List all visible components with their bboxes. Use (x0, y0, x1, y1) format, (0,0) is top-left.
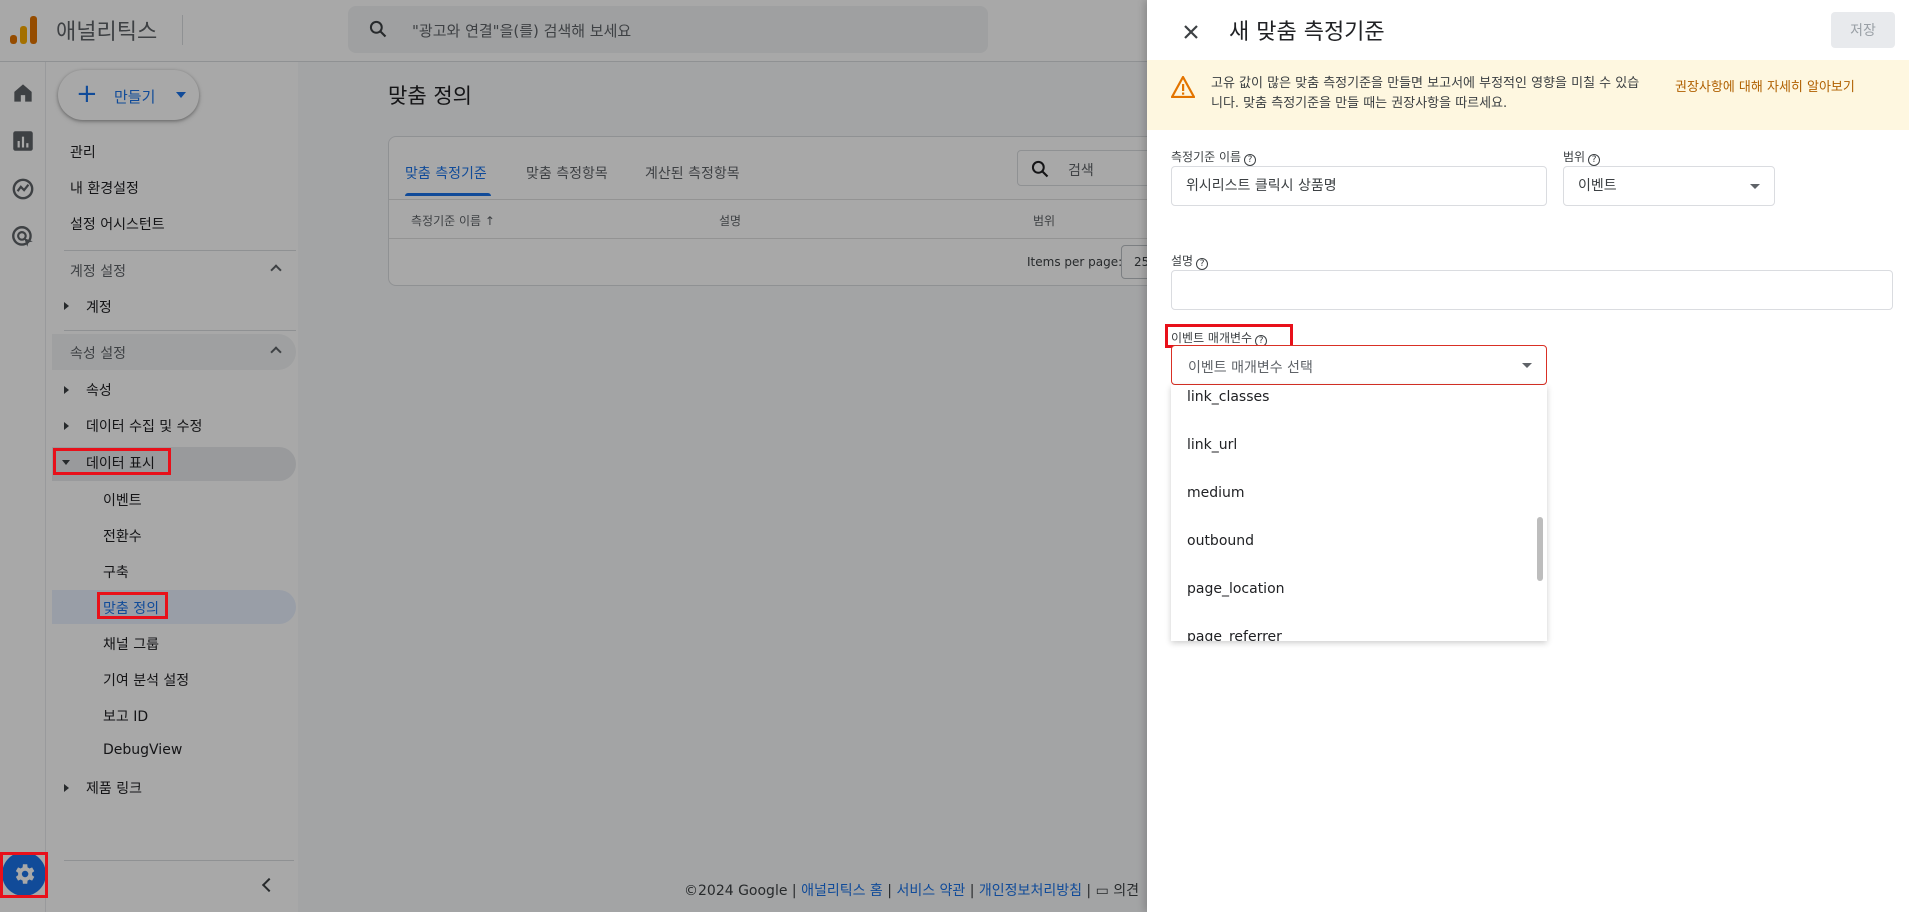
help-icon[interactable]: ? (1244, 154, 1257, 166)
cardinality-warning-banner: 고유 값이 많은 맞춤 측정기준을 만들면 보고서에 부정적인 영향을 미칠 수… (1147, 60, 1909, 130)
dropdown-option[interactable]: outbound (1187, 533, 1254, 549)
warning-icon (1171, 76, 1195, 98)
dimension-name-label-text: 측정기준 이름 (1171, 150, 1242, 164)
dropdown-option[interactable]: link_classes (1187, 389, 1269, 405)
panel-title: 새 맞춤 측정기준 (1229, 20, 1385, 45)
description-label-text: 설명 (1171, 254, 1194, 268)
help-icon[interactable]: ? (1588, 154, 1601, 166)
close-icon[interactable] (1179, 20, 1203, 44)
scope-select-value: 이벤트 (1578, 178, 1617, 194)
event-parameter-select[interactable]: 이벤트 매개변수 선택 (1171, 345, 1547, 385)
scope-label: 범위? (1563, 148, 1601, 166)
dropdown-option[interactable]: medium (1187, 485, 1245, 501)
dropdown-option[interactable]: link_url (1187, 437, 1237, 453)
dropdown-scrollbar[interactable] (1537, 517, 1543, 581)
help-icon[interactable]: ? (1196, 258, 1209, 270)
modal-scrim[interactable] (0, 0, 1147, 912)
dimension-name-input[interactable]: 위시리스트 클릭시 상품명 (1171, 166, 1547, 206)
save-button[interactable]: 저장 (1831, 12, 1895, 48)
event-parameter-dropdown-list[interactable]: link_classes link_url medium outbound pa… (1171, 385, 1547, 641)
new-custom-dimension-panel: 새 맞춤 측정기준 저장 고유 값이 많은 맞춤 측정기준을 만들면 보고서에 … (1147, 0, 1909, 912)
dropdown-option[interactable]: page_location (1187, 581, 1285, 597)
warning-text: 고유 값이 많은 맞춤 측정기준을 만들면 보고서에 부정적인 영향을 미칠 수… (1211, 76, 1640, 111)
description-label: 설명? (1171, 252, 1209, 270)
dropdown-option[interactable]: page_referrer (1187, 629, 1282, 641)
scope-label-text: 범위 (1563, 150, 1586, 164)
caret-down-icon (1750, 184, 1760, 189)
event-parameter-label-text: 이벤트 매개변수 (1171, 331, 1253, 345)
learn-best-practices-link[interactable]: 권장사항에 대해 자세히 알아보기 (1675, 76, 1855, 95)
dimension-name-label: 측정기준 이름? (1171, 148, 1257, 166)
description-input[interactable] (1171, 270, 1893, 310)
event-parameter-placeholder: 이벤트 매개변수 선택 (1188, 360, 1313, 376)
caret-down-icon (1522, 363, 1532, 368)
scope-select[interactable]: 이벤트 (1563, 166, 1775, 206)
